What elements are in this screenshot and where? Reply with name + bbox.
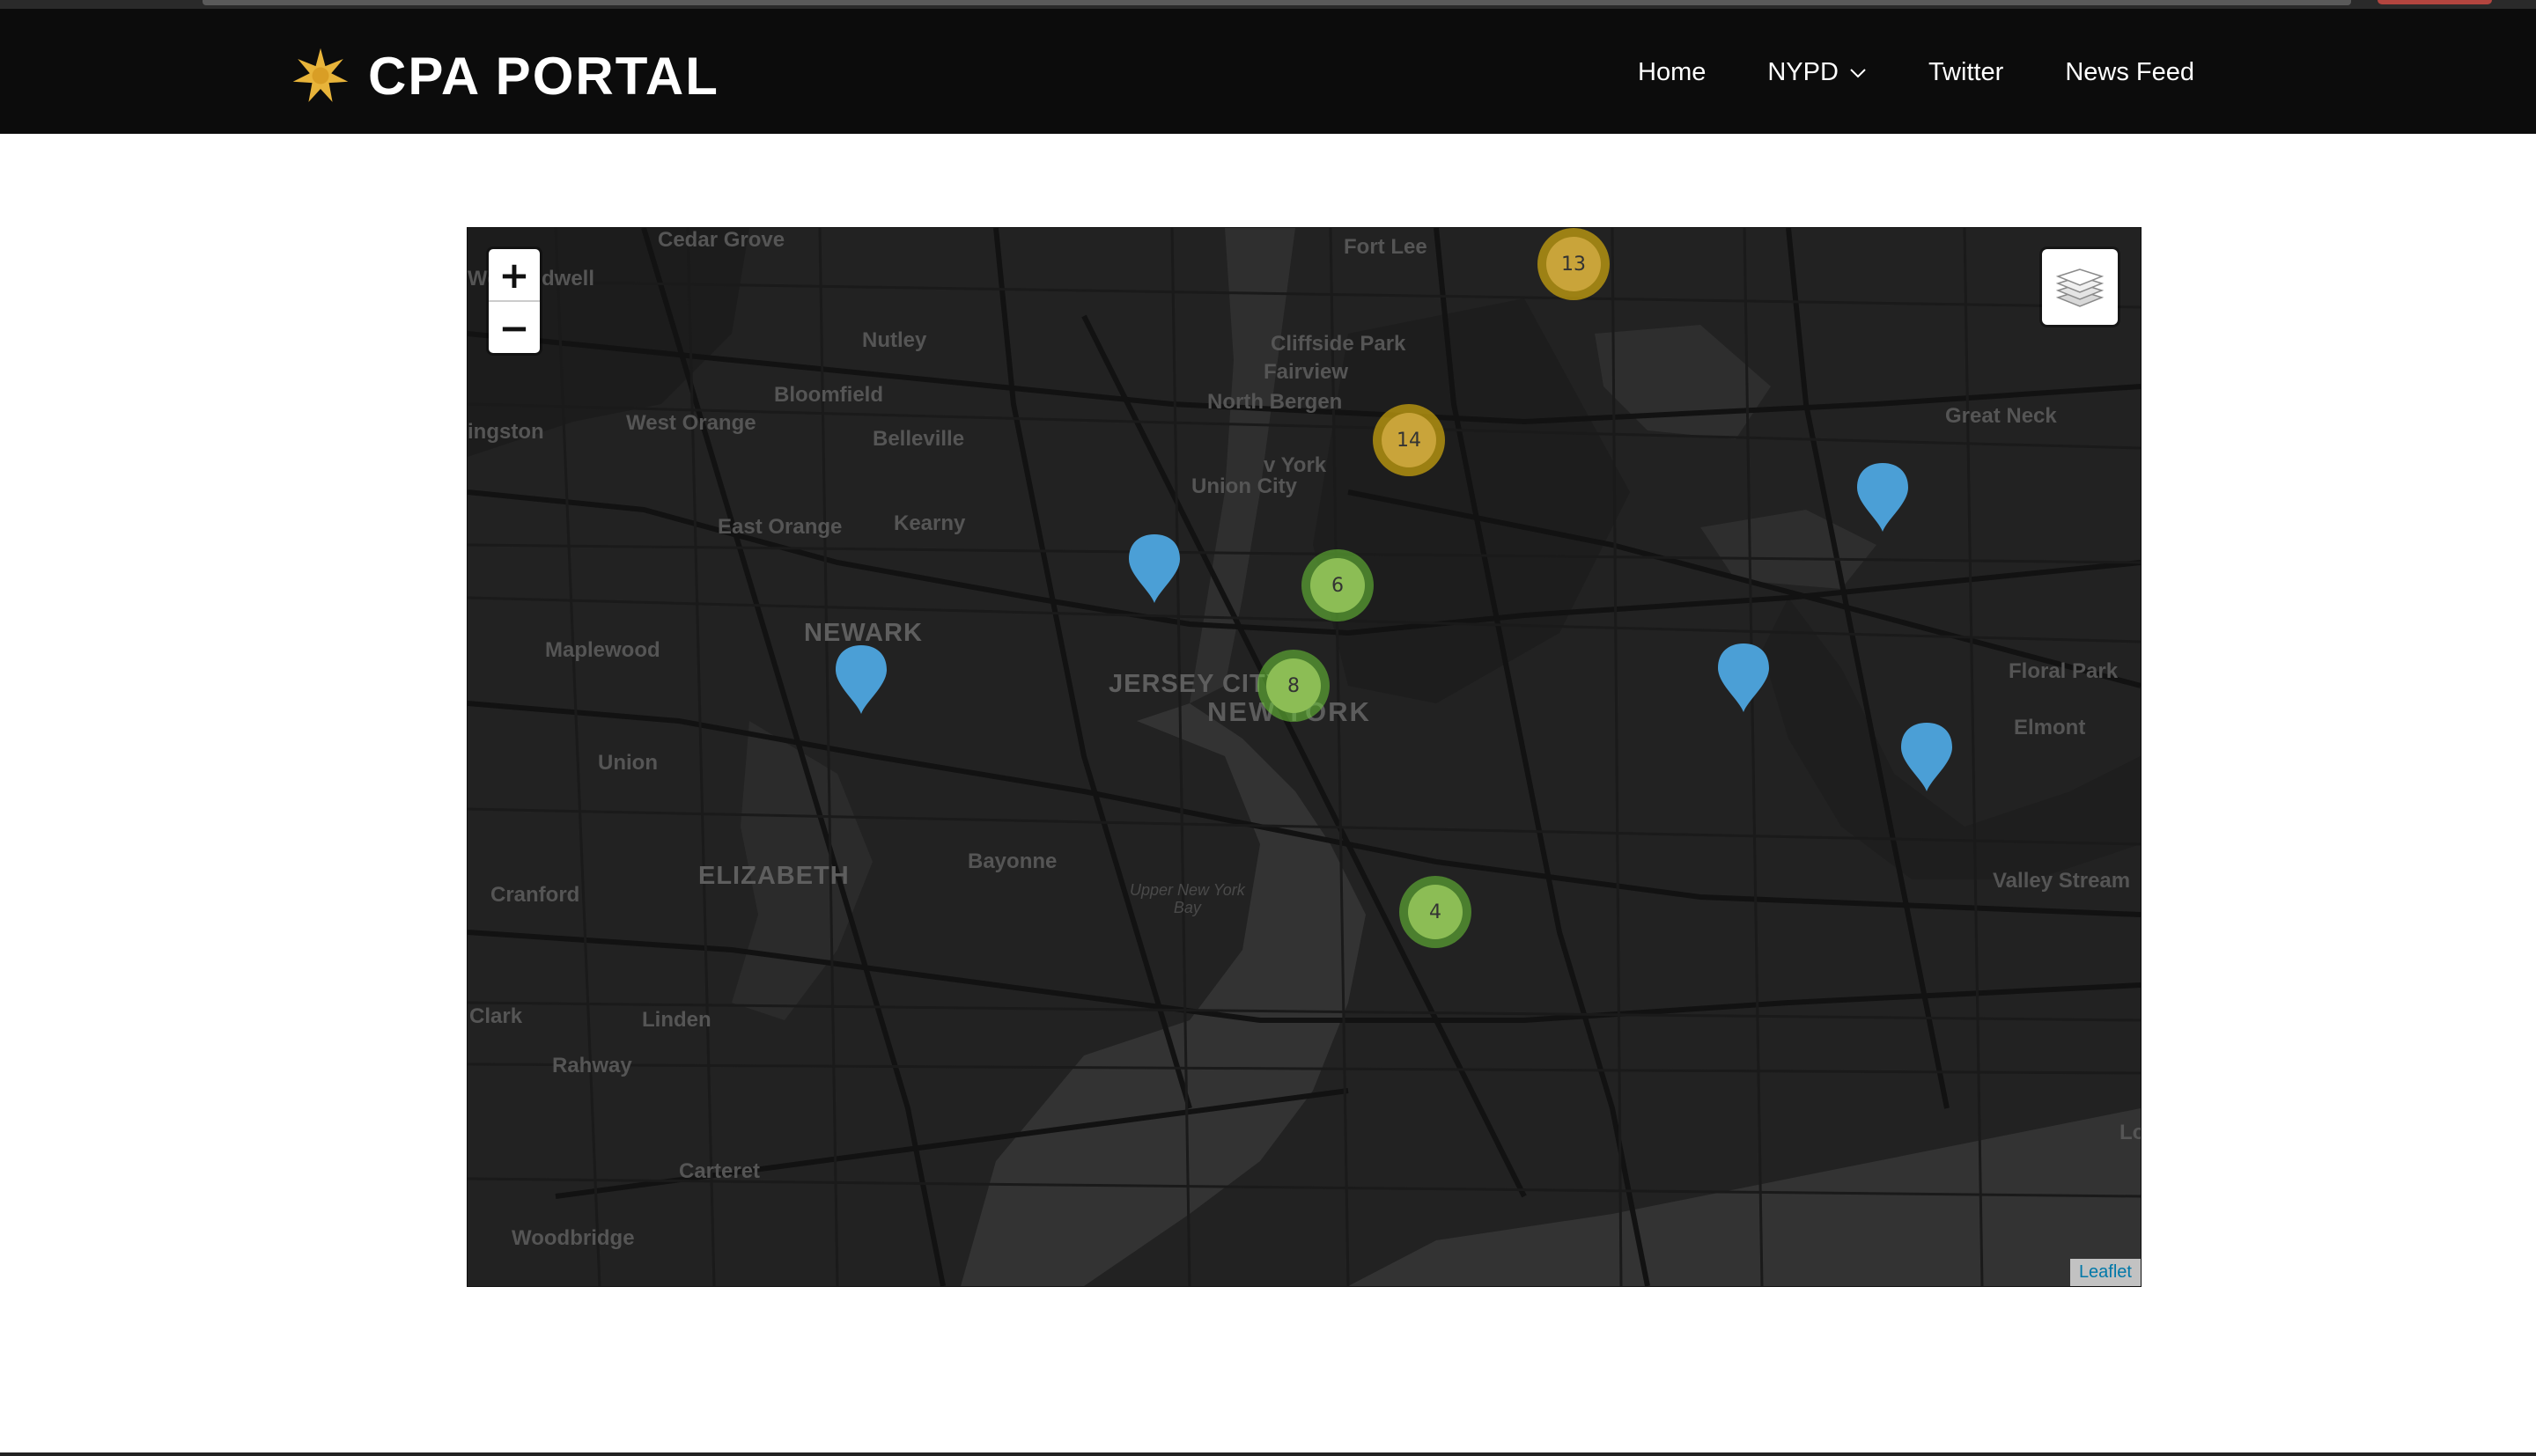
nav-nypd-dropdown[interactable]: NYPD: [1767, 58, 1867, 87]
nav-news-feed[interactable]: News Feed: [2065, 58, 2194, 87]
map-label-bloomfield: Bloomfield: [774, 383, 883, 407]
star-icon: [292, 48, 349, 102]
cluster-count: 6: [1310, 558, 1365, 613]
map-pin-icon[interactable]: [1127, 533, 1182, 605]
map-label-lo: Lo: [2119, 1121, 2141, 1144]
nav-nypd-label: NYPD: [1767, 58, 1839, 86]
map-label-maplewood: Maplewood: [545, 638, 660, 662]
layers-icon: [2055, 268, 2105, 307]
brand[interactable]: CPA PORTAL: [291, 40, 719, 111]
page-bottom-divider: [0, 1452, 2536, 1456]
map-label-valley-stream: Valley Stream: [1993, 869, 2131, 893]
map-pin-icon[interactable]: [834, 643, 888, 716]
map-label-upper-bay-line2: Bay: [1173, 899, 1201, 916]
map-label-rahway: Rahway: [552, 1054, 632, 1077]
map-label-fairview: Fairview: [1264, 360, 1349, 384]
map-label-east-orange: East Orange: [718, 515, 843, 539]
map-pin-icon[interactable]: [1855, 461, 1910, 533]
marker-cluster[interactable]: 13: [1537, 228, 1610, 300]
map-label-cedar-grove: Cedar Grove: [658, 228, 785, 252]
brand-title: CPA PORTAL: [368, 46, 719, 106]
map-label-belleville: Belleville: [873, 427, 965, 451]
zoom-in-button[interactable]: +: [489, 249, 540, 302]
marker-cluster[interactable]: 4: [1399, 876, 1471, 948]
zoom-control: + −: [489, 249, 540, 353]
map-tiles[interactable]: [468, 228, 2141, 1286]
nav-twitter[interactable]: Twitter: [1928, 58, 2003, 87]
map-label-upper-bay: Upper New York Bay: [1130, 881, 1245, 916]
map-label-carteret: Carteret: [679, 1159, 761, 1183]
map-label-livingston: ingston: [468, 420, 544, 444]
map-label-cranford: Cranford: [490, 883, 580, 907]
navbar: CPA PORTAL Home NYPD Twitter News Feed: [0, 9, 2536, 134]
map-container[interactable]: Cedar Grove We dwell Nutley Bloomfield i…: [467, 227, 2142, 1287]
map-label-new-york-small: v York: [1264, 453, 1327, 477]
marker-cluster[interactable]: 6: [1301, 549, 1374, 621]
map-label-union-city: Union City: [1191, 474, 1297, 498]
layers-button[interactable]: [2042, 249, 2118, 325]
browser-close-indicator: [2378, 0, 2492, 4]
map-label-fort-lee: Fort Lee: [1344, 235, 1427, 259]
chevron-down-icon: [1850, 68, 1866, 77]
map-label-cliffside-park: Cliffside Park: [1271, 332, 1406, 356]
map-label-linden: Linden: [642, 1008, 711, 1032]
cluster-count: 8: [1266, 658, 1321, 713]
zoom-out-button[interactable]: −: [489, 302, 540, 353]
map-label-union: Union: [598, 751, 658, 775]
map-label-bayonne: Bayonne: [968, 849, 1058, 873]
browser-top-strip: [0, 0, 2536, 9]
map-label-great-neck: Great Neck: [1945, 404, 2057, 428]
main-nav: Home NYPD Twitter News Feed: [1638, 58, 2194, 87]
map-label-clark: Clark: [469, 1004, 523, 1028]
map-label-elmont: Elmont: [2014, 716, 2086, 739]
map-label-elizabeth: ELIZABETH: [698, 862, 850, 890]
map-pin-icon[interactable]: [1899, 721, 1954, 793]
cluster-count: 4: [1408, 885, 1463, 939]
map-pin-icon[interactable]: [1716, 642, 1771, 714]
map-label-west-orange: West Orange: [626, 411, 756, 435]
cluster-count: 13: [1546, 237, 1601, 291]
cluster-count: 14: [1382, 413, 1436, 467]
marker-cluster[interactable]: 8: [1257, 650, 1330, 722]
map-label-nutley: Nutley: [862, 328, 927, 352]
browser-tab-strip: [203, 0, 2351, 5]
marker-cluster[interactable]: 14: [1373, 404, 1445, 476]
map-label-kearny: Kearny: [894, 511, 966, 535]
map-label-north-bergen: North Bergen: [1207, 390, 1343, 414]
map-label-woodbridge: Woodbridge: [512, 1226, 635, 1250]
nav-home[interactable]: Home: [1638, 58, 1706, 87]
leaflet-attribution-link[interactable]: Leaflet: [2069, 1259, 2141, 1286]
map-label-caldwell: dwell: [542, 267, 595, 290]
map-label-upper-bay-line1: Upper New York: [1130, 881, 1245, 899]
map-label-floral-park: Floral Park: [2009, 659, 2119, 683]
